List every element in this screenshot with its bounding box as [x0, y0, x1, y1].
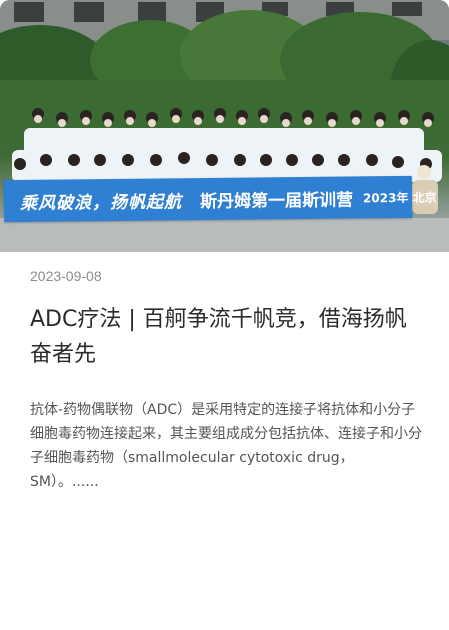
photo-banner: 乘风破浪，扬帆起航 斯丹姆第一届斯训营 2023年 北京 — [3, 175, 437, 223]
article-card[interactable]: 乘风破浪，扬帆起航 斯丹姆第一届斯训营 2023年 北京 2023-09-08 … — [0, 0, 449, 630]
banner-slogan: 乘风破浪，扬帆起航 — [19, 191, 183, 214]
article-summary: 抗体-药物偶联物（ADC）是采用特定的连接子将抗体和小分子细胞毒药物连接起来，其… — [30, 402, 422, 490]
article-date: 2023-09-08 — [30, 268, 102, 284]
article-photo[interactable]: 乘风破浪，扬帆起航 斯丹姆第一届斯训营 2023年 北京 — [0, 0, 449, 252]
banner-camp-name: 斯丹姆第一届斯训营 — [199, 189, 354, 212]
article-title[interactable]: ADC疗法 | 百舸争流千帆竞，借海扬帆奋者先 — [30, 302, 420, 372]
banner-year-place: 2023年 北京 — [362, 190, 437, 205]
